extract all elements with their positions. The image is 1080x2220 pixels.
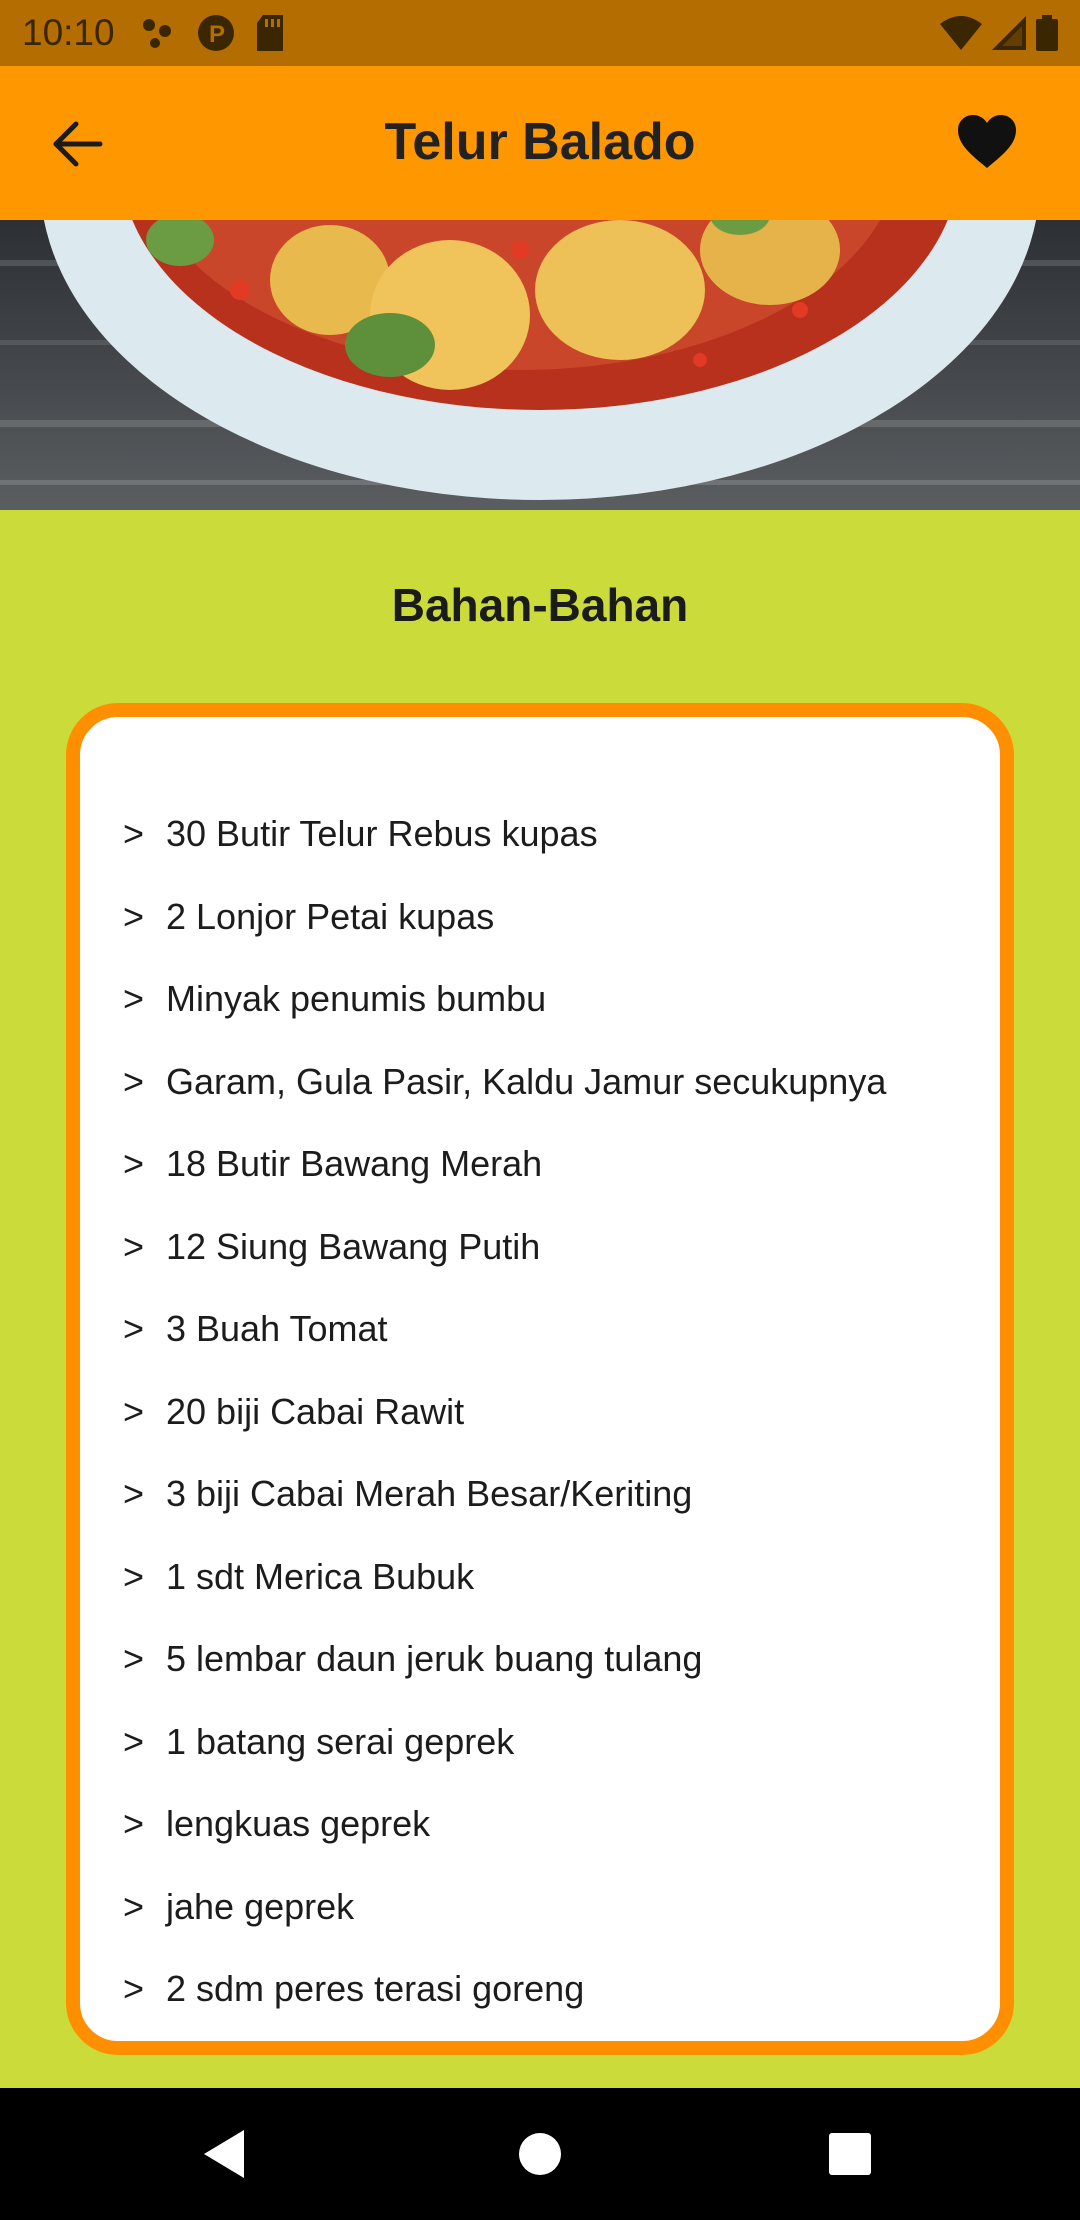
- status-bar-left: 10:10 P: [22, 12, 285, 54]
- ingredient-text: jahe geprek: [166, 1885, 355, 1927]
- app-bar: Telur Balado: [0, 66, 1080, 220]
- system-nav-bar: [0, 2088, 1080, 2220]
- status-notification-icons: P: [141, 14, 285, 52]
- home-circle-icon: [519, 2133, 561, 2175]
- recents-square-icon: [829, 2133, 871, 2175]
- ingredient-text: 2 Lonjor Petai kupas: [166, 895, 495, 937]
- ingredient-marker: >: [122, 1473, 144, 1515]
- ingredient-marker: >: [122, 1225, 144, 1267]
- ingredient-item: >3 Buah Tomat: [80, 1288, 1000, 1371]
- ingredient-text: 3 Buah Tomat: [166, 1308, 388, 1350]
- favorite-button[interactable]: [956, 112, 1018, 174]
- ingredient-text: Garam, Gula Pasir, Kaldu Jamur secukupny…: [166, 1060, 887, 1102]
- ingredient-item: > Minyak penumis bumbu: [80, 958, 1000, 1041]
- ingredient-item: >3 biji Cabai Merah Besar/Keriting: [80, 1453, 1000, 1536]
- ingredient-marker: >: [122, 1390, 144, 1432]
- ingredient-marker: >: [122, 1143, 144, 1185]
- status-bar-right: [940, 15, 1058, 51]
- ingredient-item: >18 Butir Bawang Merah: [80, 1123, 1000, 1206]
- ingredient-item: > lengkuas geprek: [80, 1783, 1000, 1866]
- ingredient-item: >2 Lonjor Petai kupas: [80, 876, 1000, 959]
- sd-card-icon: [256, 15, 283, 51]
- back-triangle-icon: [204, 2130, 244, 2178]
- ingredient-marker: >: [122, 1885, 144, 1927]
- status-bar: 10:10 P: [0, 0, 1080, 66]
- ingredient-text: 12 Siung Bawang Putih: [166, 1225, 541, 1267]
- ingredient-text: lengkuas geprek: [166, 1803, 431, 1845]
- ingredients-list: >30 Butir Telur Rebus kupas >2 Lonjor Pet…: [80, 793, 1000, 2031]
- ingredient-text: 20 biji Cabai Rawit: [166, 1390, 465, 1432]
- ingredient-item: >30 Butir Telur Rebus kupas: [80, 793, 1000, 876]
- page-title: Telur Balado: [384, 113, 696, 171]
- ingredient-item: > jahe geprek: [80, 1866, 1000, 1949]
- ingredient-text: Minyak penumis bumbu: [166, 978, 547, 1020]
- ingredient-text: 2 sdm peres terasi goreng: [166, 1968, 585, 2010]
- recipe-image: [0, 220, 1080, 510]
- ingredient-text: 5 lembar daun jeruk buang tulang: [166, 1638, 703, 1680]
- ingredient-text: 18 Butir Bawang Merah: [166, 1143, 543, 1185]
- ingredient-text: 1 sdt Merica Bubuk: [166, 1555, 475, 1597]
- ingredient-marker: >: [122, 978, 144, 1020]
- ingredient-item: >5 lembar daun jeruk buang tulang: [80, 1618, 1000, 1701]
- ingredient-marker: >: [122, 1968, 144, 2010]
- heart-icon: [958, 115, 1016, 168]
- ingredient-marker: >: [122, 895, 144, 937]
- ingredient-item: >1 batang serai geprek: [80, 1701, 1000, 1784]
- connection-dots-icon: [142, 19, 171, 48]
- ingredient-marker: >: [122, 813, 144, 855]
- ingredient-item: >1 sdt Merica Bubuk: [80, 1536, 1000, 1619]
- ingredient-text: 3 biji Cabai Merah Besar/Keriting: [166, 1473, 693, 1515]
- svg-text:P: P: [209, 21, 225, 48]
- nav-home-button[interactable]: [510, 2124, 570, 2184]
- ingredient-item: >2 sdm peres terasi goreng: [80, 1948, 1000, 2031]
- ingredient-marker: >: [122, 1720, 144, 1762]
- ingredient-text: 1 batang serai geprek: [166, 1720, 515, 1762]
- ingredient-marker: >: [122, 1803, 144, 1845]
- cell-signal-icon: [992, 16, 1026, 50]
- ingredient-item: > Garam, Gula Pasir, Kaldu Jamur secukupn…: [80, 1041, 1000, 1124]
- nav-back-button[interactable]: [196, 2124, 256, 2184]
- status-time: 10:10: [22, 12, 115, 53]
- ingredients-heading: Bahan-Bahan: [391, 579, 689, 631]
- battery-icon: [1036, 15, 1058, 51]
- ingredient-marker: >: [122, 1060, 144, 1102]
- ingredient-marker: >: [122, 1555, 144, 1597]
- nav-recents-button[interactable]: [820, 2124, 880, 2184]
- p-circle-icon: P: [197, 15, 234, 51]
- ingredient-marker: >: [122, 1308, 144, 1350]
- ingredient-item: >12 Siung Bawang Putih: [80, 1206, 1000, 1289]
- ingredient-text: 30 Butir Telur Rebus kupas: [166, 813, 598, 855]
- ingredient-item: >20 biji Cabai Rawit: [80, 1371, 1000, 1454]
- ingredients-card: >30 Butir Telur Rebus kupas >2 Lonjor Pet…: [66, 703, 1014, 2055]
- ingredient-marker: >: [122, 1638, 144, 1680]
- wifi-icon: [940, 16, 982, 50]
- food-photo: [0, 220, 1080, 510]
